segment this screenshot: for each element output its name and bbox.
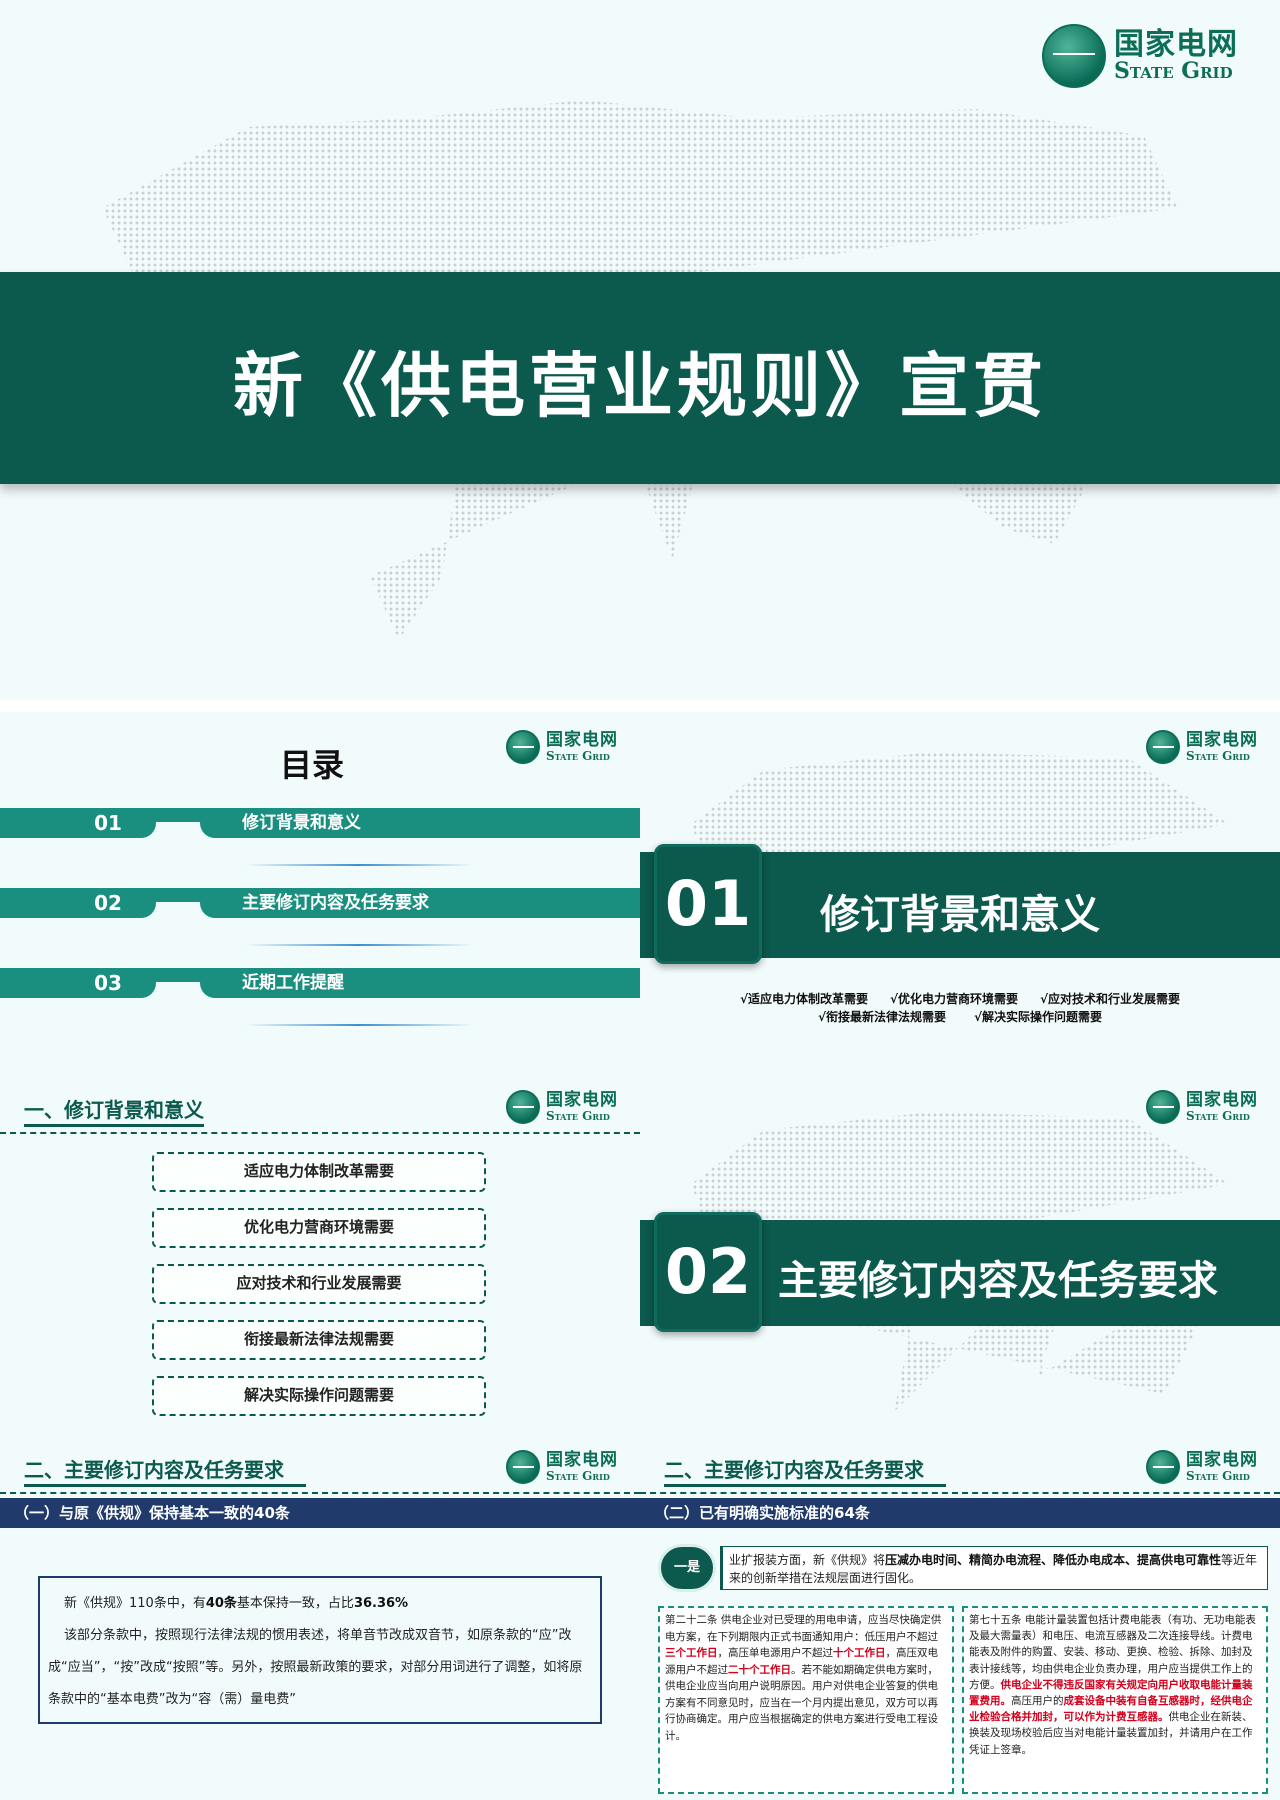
subsection-bar: （一）与原《供规》保持基本一致的40条 [0,1498,640,1528]
brand-logo: 国家电网 State Grid [1146,1090,1258,1124]
brand-logo: 国家电网 State Grid [1042,24,1238,88]
explanation-text: 该部分条款中，按照现行法律法规的惯用表述，将单音节改成双音节，如原条款的“应”改… [48,1628,583,1707]
articles-40-slide: 二、主要修订内容及任务要求 国家电网 State Grid （一）与原《供规》保… [0,1432,640,1800]
state-grid-emblem-icon [506,1090,540,1124]
state-grid-emblem-icon [1042,24,1106,88]
brand-logo: 国家电网 State Grid [506,730,618,764]
section-02-slide: 国家电网 State Grid 02 主要修订内容及任务要求 [640,1072,1280,1432]
toc-item-2[interactable]: 主要修订内容及任务要求 [200,888,640,918]
checks-row-1: √适应电力体制改革需要 √优化电力营商环境需要 √应对技术和行业发展需要 [739,992,1181,1006]
intro-box: 业扩报装方面，新《供规》将压减办电时间、精简办电流程、降低办电成本、提高供电可靠… [720,1546,1268,1590]
section-number: 01 [654,844,762,964]
need-item-4: 衔接最新法律法规需要 [152,1320,486,1360]
brand-logo: 国家电网 State Grid [1146,1450,1258,1484]
section-heading: 二、主要修订内容及任务要求 [24,1458,284,1482]
state-grid-emblem-icon [1146,1090,1180,1124]
brand-name-cn: 国家电网 [1114,26,1238,62]
state-grid-emblem-icon [1146,730,1180,764]
cover-title: 新《供电营业规则》宣贯 [233,345,1047,427]
toc-num-3: 03 [0,968,156,998]
toc-divider [244,864,474,866]
section-number: 02 [654,1212,762,1332]
toc-slide: 目录 国家电网 State Grid 01 修订背景和意义 02 主要修订内容及… [0,712,640,1072]
toc-num-1: 01 [0,808,156,838]
brand-logo: 国家电网 State Grid [1146,730,1258,764]
section-heading: 二、主要修订内容及任务要求 [664,1458,924,1482]
section-heading: 一、修订背景和意义 [24,1098,204,1122]
state-grid-emblem-icon [1146,1450,1180,1484]
need-item-2: 优化电力营商环境需要 [152,1208,486,1248]
stat-line: 新《供规》110条中，有40条基本保持一致，占比36.36% [64,1596,409,1611]
toc-item-1[interactable]: 修订背景和意义 [200,808,640,838]
world-map-dots-south [370,480,1090,640]
state-grid-emblem-icon [506,1450,540,1484]
subsection-bar: （二）已有明确实施标准的64条 [640,1498,1280,1528]
toc-title: 目录 [280,746,345,784]
brand-logo: 国家电网 State Grid [506,1450,618,1484]
toc-item-3[interactable]: 近期工作提醒 [200,968,640,998]
brand-logo: 国家电网 State Grid [506,1090,618,1124]
world-map-dots [102,100,1178,280]
world-map-dots [691,1112,1229,1232]
badge-circle: 一是 [658,1544,716,1592]
article-22-box: 第二十二条 供电企业对已受理的用电申请，应当尽快确定供电方案，在下列期限内正式书… [658,1606,954,1794]
section-title: 修订背景和意义 [820,892,1100,938]
content-box: 新《供规》110条中，有40条基本保持一致，占比36.36% 该部分条款中，按照… [38,1576,602,1724]
needs-slide: 一、修订背景和意义 国家电网 State Grid 适应电力体制改革需要 优化电… [0,1072,640,1432]
need-item-3: 应对技术和行业发展需要 [152,1264,486,1304]
article-75-box: 第七十五条 电能计量装置包括计费电能表（有功、无功电能表及最大需量表）和电压、电… [962,1606,1268,1794]
toc-num-2: 02 [0,888,156,918]
cover-slide: 国家电网 State Grid 新《供电营业规则》宣贯 [0,0,1280,700]
brand-name-en: State Grid [1114,58,1233,85]
state-grid-emblem-icon [506,730,540,764]
articles-64-slide: 二、主要修订内容及任务要求 国家电网 State Grid （二）已有明确实施标… [640,1432,1280,1800]
section-01-slide: 国家电网 State Grid 01 修订背景和意义 √适应电力体制改革需要 √… [640,712,1280,1072]
checks-row-2: √衔接最新法律法规需要 √解决实际操作问题需要 [817,1010,1103,1024]
need-item-5: 解决实际操作问题需要 [152,1376,486,1416]
need-item-1: 适应电力体制改革需要 [152,1152,486,1192]
section-title: 主要修订内容及任务要求 [778,1258,1218,1304]
